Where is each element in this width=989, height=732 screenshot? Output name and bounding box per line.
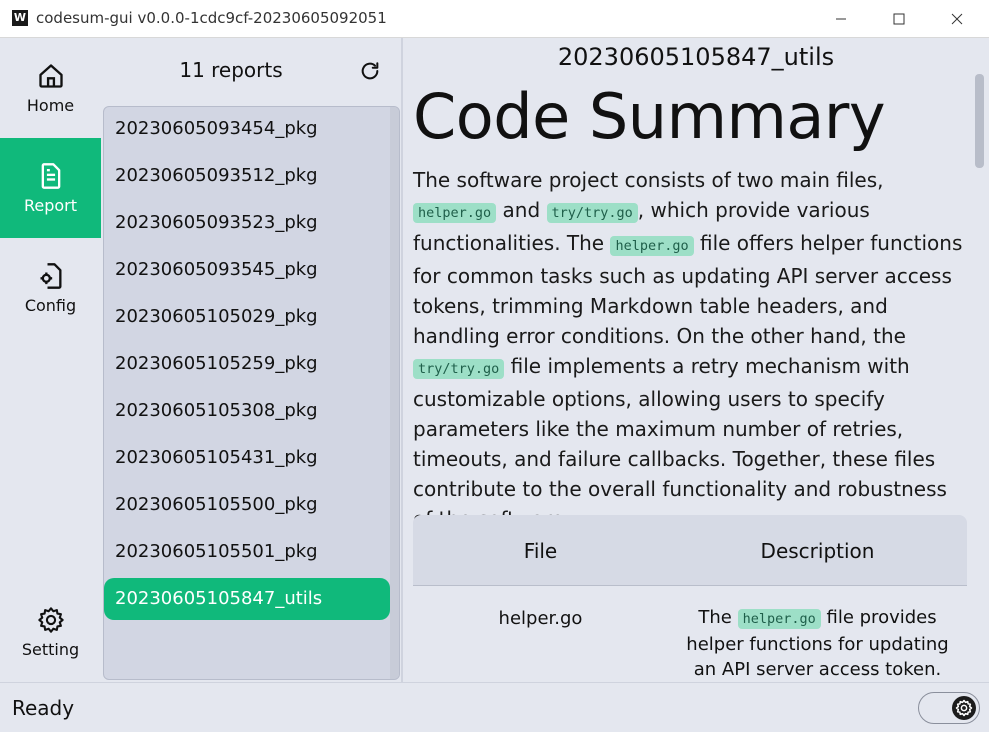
content-scrollbar-thumb[interactable] [975, 74, 984, 168]
nav-label-home: Home [26, 95, 75, 115]
nav-label-config: Config [24, 295, 77, 315]
paragraph-text: The software project consists of two mai… [413, 168, 884, 192]
config-file-icon [40, 262, 61, 289]
minimize-button[interactable] [818, 0, 864, 38]
inline-code: try/try.go [546, 203, 638, 223]
sidebar-nav: Home Report Config Setting [0, 38, 101, 682]
report-list-item[interactable]: 20230605093545_pkg [104, 249, 390, 291]
report-list-item[interactable]: 20230605105501_pkg [104, 531, 390, 573]
paragraph-text: file implements a retry mechanism with c… [413, 354, 947, 531]
app-icon: W [12, 10, 28, 26]
reports-scrollbar[interactable] [390, 107, 399, 679]
report-list-item[interactable]: 20230605105431_pkg [104, 437, 390, 479]
minimize-icon [836, 18, 846, 20]
summary-paragraph: The software project consists of two mai… [413, 165, 963, 534]
summary-table: File Description helper.go The helper.go… [413, 515, 967, 682]
report-list-item[interactable]: 20230605093523_pkg [104, 202, 390, 244]
nav-item-report[interactable]: Report [0, 138, 101, 238]
nav-item-setting[interactable]: Setting [0, 582, 101, 682]
summary-heading: Code Summary [413, 80, 886, 153]
table-cell-file: helper.go [498, 608, 583, 629]
report-list-item[interactable]: 20230605105259_pkg [104, 343, 390, 385]
nav-item-config[interactable]: Config [0, 238, 101, 338]
report-title: 20230605105847_utils [557, 43, 835, 71]
inline-code: helper.go [737, 609, 821, 629]
home-icon [38, 63, 63, 88]
table-header-file: File [523, 539, 558, 563]
inline-code: helper.go [413, 203, 497, 223]
paragraph-text: and [502, 198, 541, 222]
table-cell-description: The helper.go file provides helper funct… [675, 605, 960, 682]
report-list-item[interactable]: 20230605105308_pkg [104, 390, 390, 432]
close-button[interactable] [934, 0, 980, 38]
gear-icon [955, 699, 973, 717]
inline-code: helper.go [610, 236, 694, 256]
maximize-button[interactable] [876, 0, 922, 38]
nav-label-report: Report [23, 195, 78, 215]
inline-code: try/try.go [413, 359, 505, 379]
status-bar: Ready [0, 682, 989, 732]
table-header-description: Description [760, 539, 875, 563]
nav-item-home[interactable]: Home [0, 38, 101, 138]
report-list-item[interactable]: 20230605093512_pkg [104, 155, 390, 197]
report-list-item[interactable]: 20230605093454_pkg [104, 108, 390, 150]
report-list-item[interactable]: 20230605105500_pkg [104, 484, 390, 526]
toggle-knob [952, 696, 976, 720]
report-list-item[interactable]: 20230605105029_pkg [104, 296, 390, 338]
report-content: 20230605105847_utils Code Summary The so… [403, 38, 989, 682]
reports-list[interactable]: 20230605093454_pkg 20230605093512_pkg 20… [103, 106, 400, 680]
gear-icon [37, 606, 64, 633]
title-bar: W codesum-gui v0.0.0-1cdc9cf-20230605092… [0, 0, 989, 38]
reports-header: 11 reports [101, 38, 401, 104]
document-icon [41, 162, 60, 189]
reports-count: 11 reports [179, 58, 283, 82]
cell-text: The [698, 607, 732, 628]
theme-toggle[interactable] [918, 692, 980, 724]
window-title: codesum-gui v0.0.0-1cdc9cf-2023060509205… [36, 9, 387, 27]
refresh-icon[interactable] [359, 60, 381, 82]
nav-label-setting: Setting [21, 639, 80, 659]
close-icon [951, 13, 963, 25]
maximize-icon [893, 13, 905, 25]
report-list-item-selected[interactable]: 20230605105847_utils [104, 578, 390, 620]
status-text: Ready [12, 696, 75, 720]
